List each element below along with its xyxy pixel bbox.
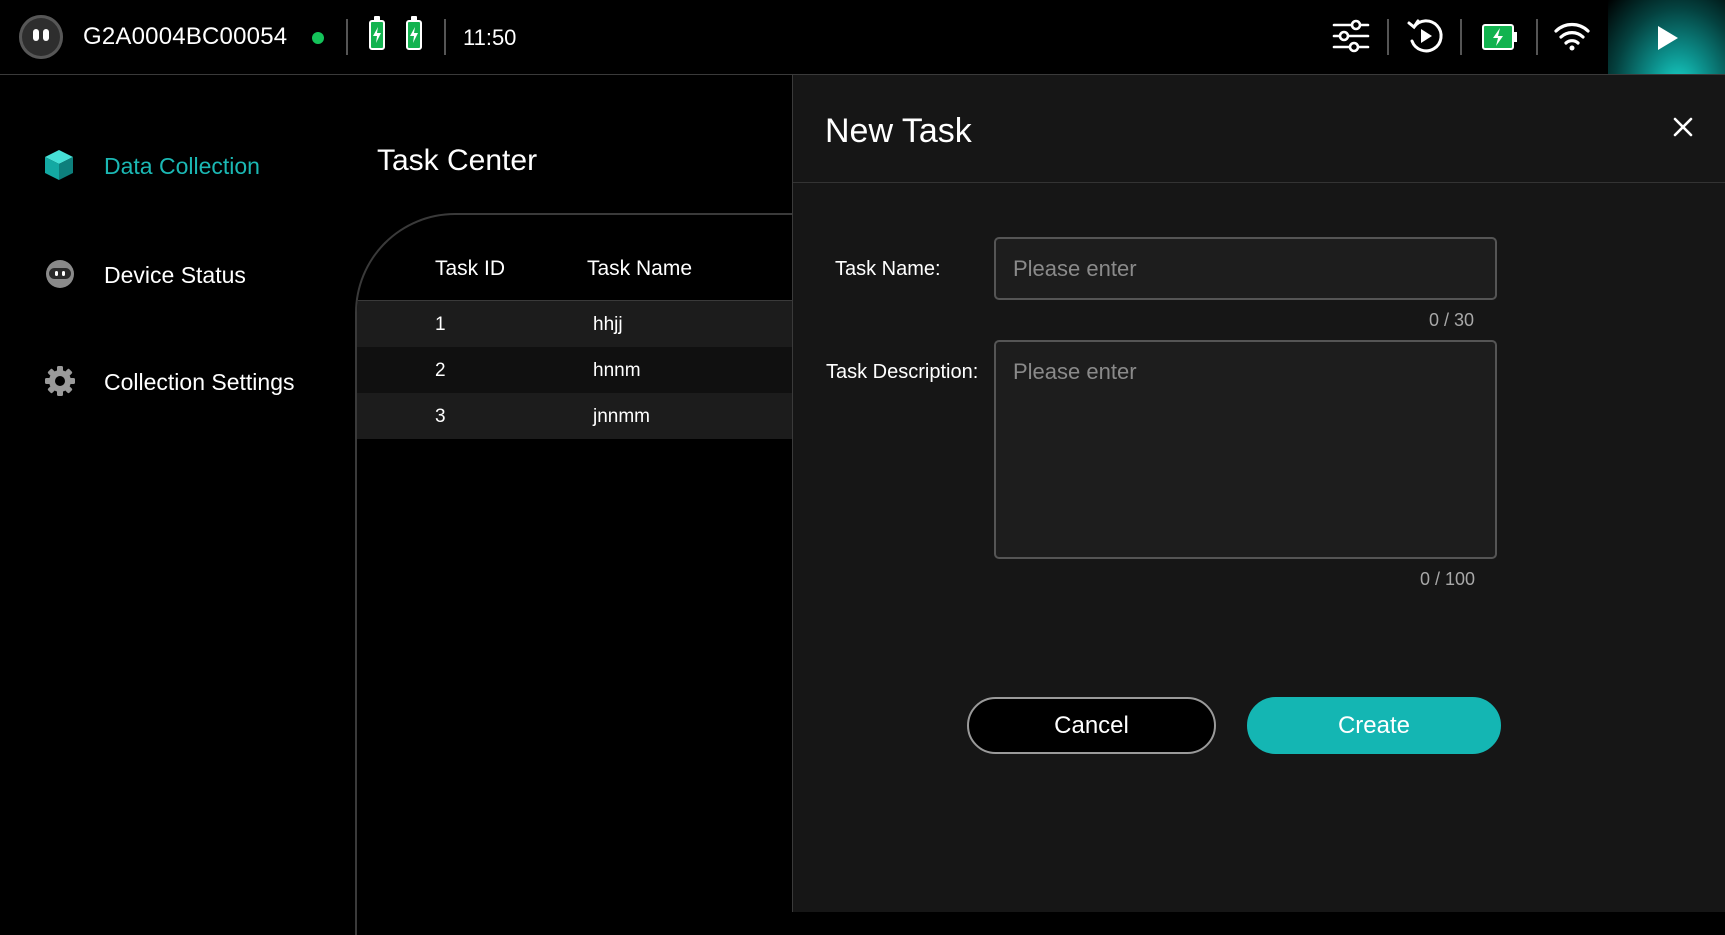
task-name-counter: 0 / 30 [1429, 310, 1475, 330]
create-button[interactable]: Create [1247, 697, 1501, 754]
cell-task-id: 2 [435, 360, 446, 381]
divider [346, 19, 348, 55]
divider [793, 182, 1725, 183]
sidebar-item-label: Device Status [104, 262, 246, 288]
task-name-input[interactable] [994, 237, 1497, 300]
page-title: Task Center [377, 144, 538, 177]
cell-task-name: hnnm [593, 360, 641, 381]
charging-battery-icon [1482, 24, 1518, 55]
column-header-task-id: Task ID [435, 257, 506, 280]
replay-icon[interactable] [1406, 17, 1444, 60]
table-row[interactable]: 3 jnnmm [357, 393, 817, 439]
online-status-dot [312, 32, 324, 44]
divider [1460, 19, 1462, 55]
cell-task-name: hhjj [593, 314, 623, 335]
device-id: G2A0004BC00054 [83, 23, 288, 50]
cell-task-id: 3 [435, 406, 446, 427]
cell-task-id: 1 [435, 314, 446, 335]
start-collection-button[interactable] [1608, 0, 1725, 74]
logo-icon [19, 15, 63, 59]
divider [1387, 19, 1389, 55]
play-icon [1658, 26, 1678, 50]
gear-icon [44, 365, 76, 402]
divider [1536, 19, 1538, 55]
battery-1-icon [369, 16, 385, 50]
new-task-drawer: New Task Task Name: 0 / 30 Task Descript… [792, 75, 1725, 912]
cube-icon [44, 149, 74, 186]
battery-2-icon [406, 16, 422, 50]
table-row[interactable]: 2 hnnm [357, 347, 817, 393]
task-description-label: Task Description: [826, 361, 979, 383]
table-row[interactable]: 1 hhjj [357, 301, 817, 347]
task-description-input[interactable] [994, 340, 1497, 559]
wifi-icon[interactable] [1553, 20, 1591, 57]
sidebar-item-label: Data Collection [104, 153, 260, 179]
close-icon[interactable] [1673, 117, 1693, 142]
task-table: Task ID Task Name 1 hhjj 2 hnnm 3 jnnmm [355, 213, 817, 935]
divider [444, 19, 446, 55]
robot-face-icon [44, 258, 76, 295]
cell-task-name: jnnmm [593, 406, 651, 427]
task-description-counter: 0 / 100 [1420, 569, 1476, 589]
sliders-icon[interactable] [1332, 17, 1370, 60]
top-status-bar: G2A0004BC00054 11:50 [0, 0, 1725, 75]
drawer-title: New Task [825, 112, 972, 150]
clock: 11:50 [463, 25, 517, 50]
cancel-button[interactable]: Cancel [967, 697, 1216, 754]
column-header-task-name: Task Name [587, 257, 693, 280]
task-name-label: Task Name: [835, 258, 941, 280]
sidebar-item-label: Collection Settings [104, 369, 295, 395]
